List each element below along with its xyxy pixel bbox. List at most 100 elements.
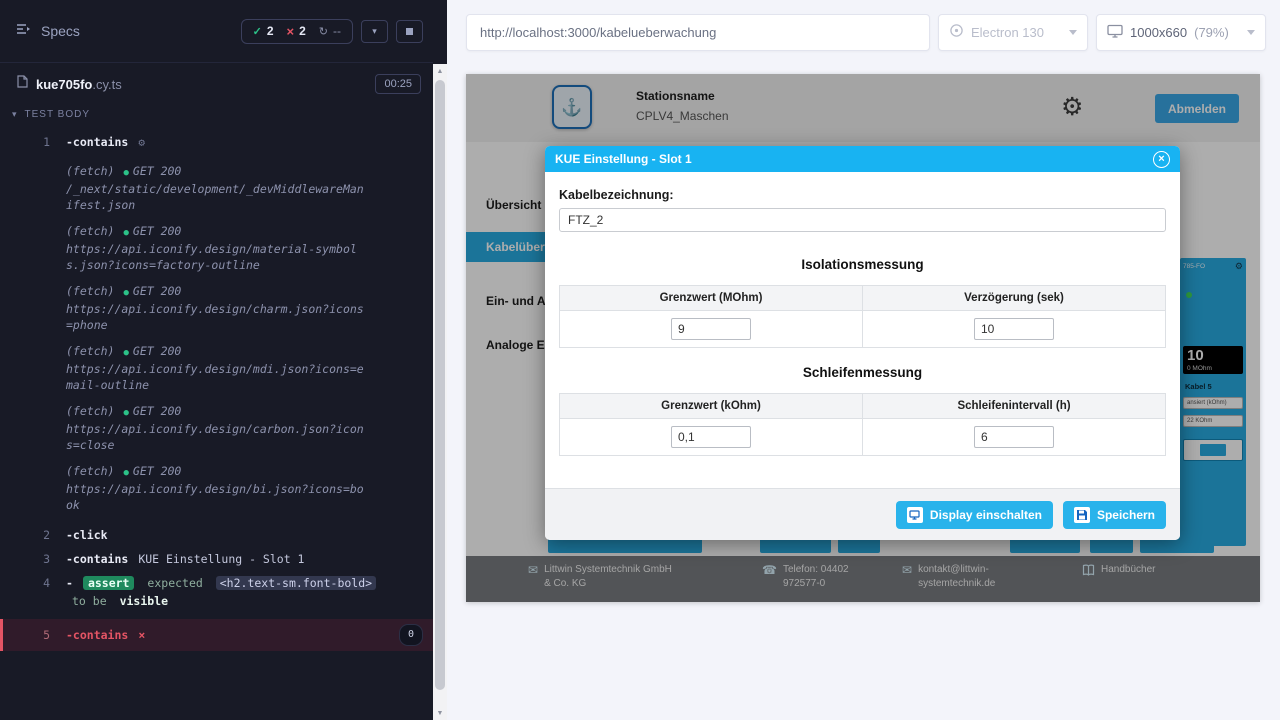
speichern-button[interactable]: Speichern <box>1063 501 1166 529</box>
assert-visible: visible <box>120 594 168 608</box>
chevron-down-icon <box>1247 30 1255 35</box>
fetch-status: GET 200 <box>133 284 181 298</box>
fetch-log-entry[interactable]: (fetch)●GET 200 https://api.iconify.desi… <box>0 223 433 273</box>
fetch-log-entry[interactable]: (fetch)●GET 200 https://api.iconify.desi… <box>0 463 433 513</box>
fetch-status: GET 200 <box>133 464 181 478</box>
schleifenmessung-title: Schleifenmessung <box>559 365 1166 380</box>
command-name: -contains <box>66 626 128 644</box>
loop-col-intervall: Schleifenintervall (h) <box>863 394 1166 419</box>
display-icon <box>907 507 923 523</box>
close-icon[interactable]: × <box>1153 151 1170 168</box>
failed-step-contains[interactable]: 5 -contains × 0 <box>0 619 433 651</box>
specs-list-icon[interactable] <box>16 22 32 41</box>
spec-file-icon <box>17 75 28 93</box>
reporter-header: Specs ✓2 ×2 ↻-- ▾ <box>0 0 433 63</box>
fetch-label: (fetch) <box>66 344 114 358</box>
spec-name: kue705fo <box>36 77 92 92</box>
caret-down-icon: ▾ <box>12 109 18 120</box>
modal-body: Kabelbezeichnung: Isolationsmessung Gren… <box>545 172 1180 488</box>
test-body-toggle[interactable]: ▾ TEST BODY <box>0 103 433 124</box>
status-dot-icon: ● <box>123 228 128 238</box>
fetch-status: GET 200 <box>133 404 181 418</box>
modal-footer: Display einschalten Speichern <box>545 488 1180 540</box>
fetch-status: GET 200 <box>133 164 181 178</box>
stop-icon <box>406 28 413 35</box>
iso-col-verzoegerung: Verzögerung (sek) <box>863 286 1166 311</box>
fetch-url: https://api.iconify.design/material-symb… <box>66 241 366 273</box>
loop-grenzwert-input[interactable] <box>671 426 751 448</box>
chevron-down-icon: ▾ <box>372 26 377 37</box>
status-dot-icon: ● <box>123 468 128 478</box>
fetch-log-entry[interactable]: (fetch) ● GET 200 https://api.iconify.desi… <box>0 403 433 453</box>
chevron-down-icon <box>1069 30 1077 35</box>
stat-failed[interactable]: ×2 <box>287 24 306 39</box>
iso-verzoegerung-input[interactable] <box>974 318 1054 340</box>
browser-select[interactable]: Electron 130 <box>938 14 1088 51</box>
url-input[interactable] <box>466 14 930 51</box>
cypress-reporter: Specs ✓2 ×2 ↻-- ▾ kue705fo .cy.ts 00:25 … <box>0 0 447 720</box>
schleifenmessung-table: Grenzwert (kOhm) Schleifenintervall (h) <box>559 393 1166 456</box>
fetch-url: https://api.iconify.design/charm.json?ic… <box>66 301 366 333</box>
fetch-label: (fetch) <box>66 284 114 298</box>
test-step-click[interactable]: 2 -click <box>0 523 433 547</box>
kabelbezeichnung-input[interactable] <box>559 208 1166 232</box>
reporter-scrollbar[interactable]: ▲ ▼ <box>433 64 447 720</box>
fetch-log-entry[interactable]: (fetch) ● GET 200 https://api.iconify.desi… <box>0 343 433 393</box>
fetch-url: https://api.iconify.design/carbon.json?i… <box>66 421 366 453</box>
refresh-icon: ↻ <box>319 25 328 38</box>
stat-passed[interactable]: ✓2 <box>253 24 274 38</box>
iso-col-grenzwert: Grenzwert (MOhm) <box>560 286 863 311</box>
step-number: 5 <box>3 626 50 644</box>
test-stats[interactable]: ✓2 ×2 ↻-- <box>241 19 353 44</box>
step-number: 3 <box>0 550 50 568</box>
assert-badge: assert <box>83 576 135 590</box>
fetch-log-entry[interactable]: (fetch) ● GET 200 https://api.iconify.desi… <box>0 283 433 333</box>
status-dot-icon: ● <box>123 408 128 418</box>
fetch-url: /_next/static/development/_devMiddleware… <box>66 181 366 213</box>
screen: Specs ✓2 ×2 ↻-- ▾ kue705fo .cy.ts 00:25 … <box>0 0 1280 720</box>
kue-settings-modal: KUE Einstellung - Slot 1 × Kabelbezeichn… <box>545 146 1180 540</box>
spec-ext: .cy.ts <box>92 77 121 92</box>
electron-icon <box>949 23 964 41</box>
scrollbar-thumb[interactable] <box>435 80 445 690</box>
test-step-assert[interactable]: 4 -assert expected <h2.text-sm.font-bold… <box>0 571 433 613</box>
fetch-label: (fetch) <box>66 164 114 178</box>
test-step-contains-1[interactable]: 1 -contains⚙ <box>0 130 433 155</box>
isolationsmessung-table: Grenzwert (MOhm) Verzögerung (sek) <box>559 285 1166 348</box>
command-arg: KUE Einstellung - Slot 1 <box>138 552 304 566</box>
command-log: 1 -contains⚙ (fetch)●GET 200 /_next/stat… <box>0 124 433 651</box>
browser-name: Electron 130 <box>971 25 1044 40</box>
spec-timer: 00:25 <box>375 74 421 94</box>
stat-pending[interactable]: ↻-- <box>319 24 341 38</box>
command-name: -contains <box>66 135 128 149</box>
fetch-status: GET 200 <box>133 344 181 358</box>
scroll-up-icon[interactable]: ▲ <box>433 64 447 78</box>
step-number: 1 <box>0 133 50 151</box>
status-dot-icon: ● <box>123 288 128 298</box>
fetch-label: (fetch) <box>66 404 114 418</box>
cross-icon: × <box>287 24 295 39</box>
fetch-status: GET 200 <box>133 224 181 238</box>
test-step-contains-2[interactable]: 3 -containsKUE Einstellung - Slot 1 <box>0 547 433 571</box>
fail-cross-icon: × <box>138 626 145 644</box>
viewport-select[interactable]: 1000x660 (79%) <box>1096 14 1266 51</box>
iso-grenzwert-input[interactable] <box>671 318 751 340</box>
save-button-label: Speichern <box>1097 508 1155 522</box>
viewport-size: 1000x660 <box>1130 25 1187 40</box>
passed-count: 2 <box>267 24 274 38</box>
status-dot-icon: ● <box>123 348 128 358</box>
fetch-url: https://api.iconify.design/mdi.json?icon… <box>66 361 366 393</box>
specs-label[interactable]: Specs <box>41 23 80 39</box>
scroll-down-icon[interactable]: ▼ <box>433 706 447 720</box>
app-under-test: ⚓ Stationsname CPLV4_Maschen ⚙ Abmelden … <box>466 74 1260 602</box>
viewport-zoom: (79%) <box>1194 25 1229 40</box>
loop-intervall-input[interactable] <box>974 426 1054 448</box>
main-pane: Electron 130 1000x660 (79%) ⚓ Stations <box>447 0 1280 720</box>
collapse-button[interactable]: ▾ <box>361 20 388 43</box>
fetch-log-entry[interactable]: (fetch)●GET 200 /_next/static/developmen… <box>0 163 433 213</box>
stop-button[interactable] <box>396 20 423 43</box>
assert-tobe: to be <box>72 594 107 608</box>
retry-count-badge: 0 <box>399 624 423 646</box>
spec-row[interactable]: kue705fo .cy.ts 00:25 <box>0 63 433 103</box>
display-einschalten-button[interactable]: Display einschalten <box>896 501 1053 529</box>
